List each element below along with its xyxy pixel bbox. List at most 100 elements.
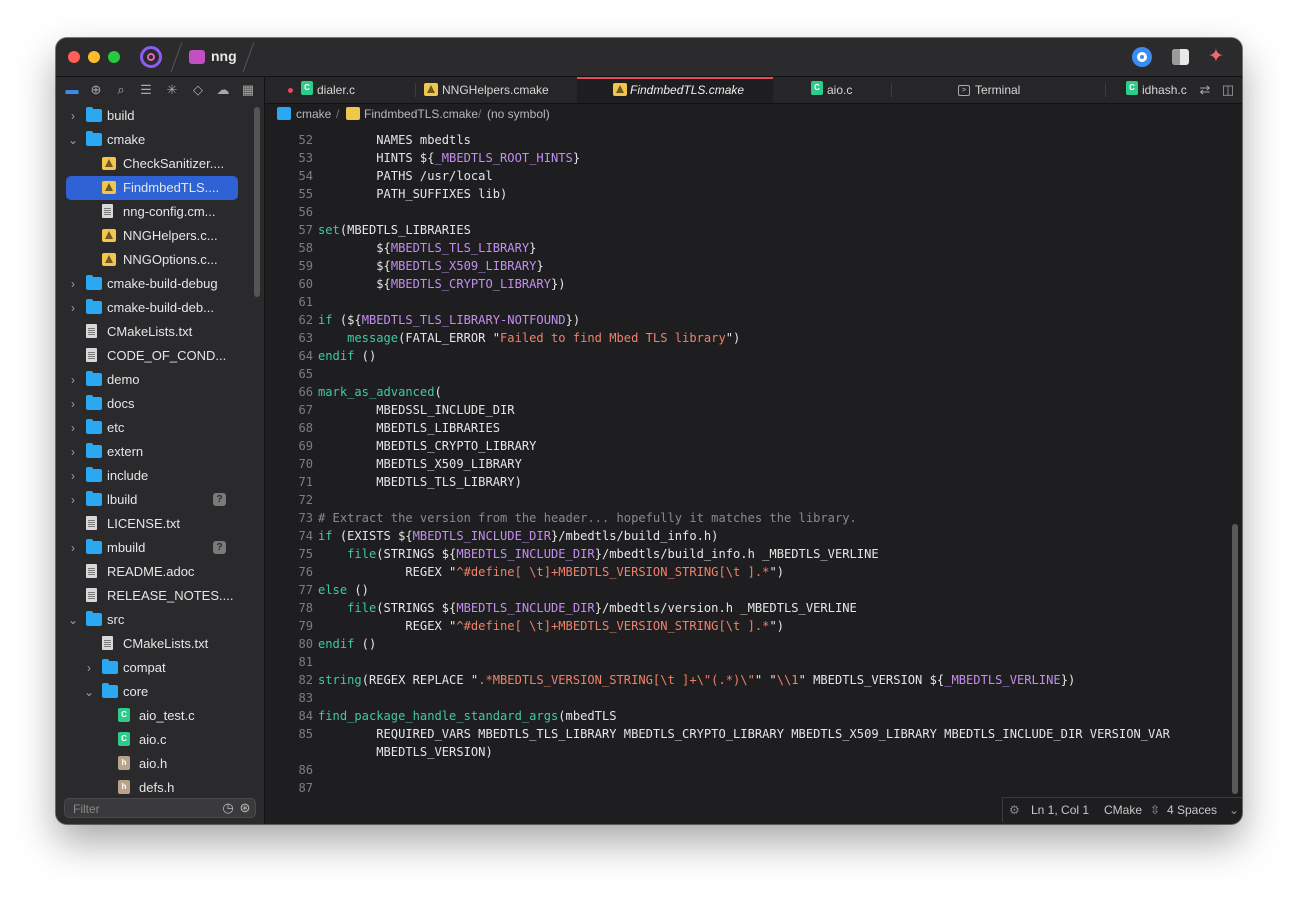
tree-file[interactable]: NNGOptions.c...	[56, 248, 264, 272]
chevron-right-icon[interactable]: ›	[66, 416, 80, 440]
chevron-right-icon[interactable]: ›	[66, 296, 80, 320]
filter-field[interactable]: ◷ ⊛	[64, 798, 256, 818]
tab-idhash-c[interactable]: C idhash.c	[1120, 77, 1190, 103]
chevron-down-icon[interactable]: ⌄	[82, 680, 96, 704]
chevron-right-icon[interactable]: ›	[66, 272, 80, 296]
indent-selector[interactable]: 4 Spaces	[1167, 798, 1217, 822]
chevron-down-icon[interactable]: ⌄	[66, 128, 80, 152]
close-window-button[interactable]	[68, 51, 80, 63]
outline-icon[interactable]: ☰	[137, 81, 155, 99]
sidebar-scrollbar[interactable]	[254, 107, 260, 297]
tree-folder[interactable]: › mbuild?	[56, 536, 264, 560]
zoom-window-button[interactable]	[108, 51, 120, 63]
toggle-panel-icon[interactable]: ◫	[1219, 81, 1237, 99]
split-swap-icon[interactable]: ⇄	[1196, 81, 1214, 99]
chevron-right-icon[interactable]: ›	[66, 392, 80, 416]
code-line[interactable]: MBEDTLS_CRYPTO_LIBRARY	[318, 439, 536, 453]
code-line[interactable]: mark_as_advanced(	[318, 385, 442, 399]
layout-icon[interactable]	[1172, 49, 1189, 65]
tab-terminal[interactable]: > Terminal	[905, 77, 1075, 103]
tree-folder[interactable]: ⌄ src	[56, 608, 264, 632]
tree-folder[interactable]: ⌄ cmake	[56, 128, 264, 152]
chevron-right-icon[interactable]: ›	[66, 440, 80, 464]
tree-folder[interactable]: › cmake-build-deb...	[56, 296, 264, 320]
tree-file[interactable]: h defs.h	[56, 776, 264, 798]
code-line[interactable]: ${MBEDTLS_CRYPTO_LIBRARY})	[318, 277, 565, 291]
tree-file[interactable]: Caio.c	[56, 728, 264, 752]
grid-icon[interactable]: ▦	[239, 81, 257, 99]
code-line[interactable]: endif ()	[318, 637, 376, 651]
code-line[interactable]: MBEDTLS_VERSION)	[318, 745, 493, 759]
tree-file[interactable]: CODE_OF_COND...	[56, 344, 264, 368]
chevron-right-icon[interactable]: ›	[66, 536, 80, 560]
tree-file[interactable]: CheckSanitizer....	[56, 152, 264, 176]
language-selector[interactable]: CMake	[1104, 798, 1142, 822]
circle-target-icon[interactable]	[1132, 47, 1152, 67]
tree-folder[interactable]: ⌄ core	[56, 680, 264, 704]
code-line[interactable]: # Extract the version from the header...…	[318, 511, 857, 525]
tree-file[interactable]: NNGHelpers.c...	[56, 224, 264, 248]
chevron-right-icon[interactable]: ›	[66, 464, 80, 488]
code-line[interactable]: message(FATAL_ERROR "Failed to find Mbed…	[318, 331, 740, 345]
code-line[interactable]: endif ()	[318, 349, 376, 363]
tab-findmbedtls[interactable]: FindmbedTLS.cmake	[577, 77, 773, 103]
git-icon[interactable]: ◇	[189, 81, 207, 99]
sparkle-icon[interactable]: ✦	[1206, 47, 1226, 67]
filter-input[interactable]	[71, 800, 215, 818]
tree-folder[interactable]: › compat	[56, 656, 264, 680]
code-line[interactable]: MBEDTLS_X509_LIBRARY	[318, 457, 522, 471]
editor-scrollbar[interactable]	[1232, 524, 1238, 794]
code-line[interactable]: REQUIRED_VARS MBEDTLS_TLS_LIBRARY MBEDTL…	[318, 727, 1170, 741]
tree-file[interactable]: nng-config.cm...	[56, 200, 264, 224]
tree-folder[interactable]: › extern	[56, 440, 264, 464]
asterisk-icon[interactable]: ✳	[163, 81, 181, 99]
tree-file[interactable]: FindmbedTLS....	[56, 176, 264, 200]
folder-icon[interactable]: ▬	[63, 81, 81, 99]
tab-dialer-c[interactable]: C dialer.c	[295, 77, 405, 103]
code-line[interactable]: if (EXISTS ${MBEDTLS_INCLUDE_DIR}/mbedtl…	[318, 529, 718, 543]
tree-folder[interactable]: › cmake-build-debug	[56, 272, 264, 296]
code-line[interactable]: file(STRINGS ${MBEDTLS_INCLUDE_DIR}/mbed…	[318, 547, 879, 561]
code-line[interactable]: PATH_SUFFIXES lib)	[318, 187, 507, 201]
globe-icon[interactable]: ⊕	[87, 81, 105, 99]
tree-folder[interactable]: › build	[56, 104, 264, 128]
scm-filter-icon[interactable]: ⊛	[237, 800, 253, 816]
tree-file[interactable]: RELEASE_NOTES....	[56, 584, 264, 608]
code-line[interactable]: HINTS ${_MBEDTLS_ROOT_HINTS}	[318, 151, 580, 165]
code-line[interactable]: file(STRINGS ${MBEDTLS_INCLUDE_DIR}/mbed…	[318, 601, 857, 615]
project-name[interactable]: nng	[211, 48, 237, 64]
tree-file[interactable]: CMakeLists.txt	[56, 632, 264, 656]
tree-folder[interactable]: › include	[56, 464, 264, 488]
tree-folder[interactable]: › lbuild?	[56, 488, 264, 512]
cloud-icon[interactable]: ☁	[214, 81, 232, 99]
recent-filter-icon[interactable]: ◷	[220, 800, 236, 816]
chevron-right-icon[interactable]: ›	[66, 104, 80, 128]
tree-folder[interactable]: › docs	[56, 392, 264, 416]
chevron-down-icon[interactable]: ⌄	[66, 608, 80, 632]
chevron-right-icon[interactable]: ›	[66, 488, 80, 512]
tree-folder[interactable]: › etc	[56, 416, 264, 440]
code-line[interactable]: if (${MBEDTLS_TLS_LIBRARY-NOTFOUND})	[318, 313, 580, 327]
tree-folder[interactable]: › demo	[56, 368, 264, 392]
code-line[interactable]: ${MBEDTLS_X509_LIBRARY}	[318, 259, 543, 273]
breadcrumb-symbol[interactable]: (no symbol)	[487, 104, 550, 124]
chevron-right-icon[interactable]: ›	[66, 368, 80, 392]
search-icon[interactable]: ⌕	[112, 81, 130, 99]
tree-file[interactable]: README.adoc	[56, 560, 264, 584]
tree-file[interactable]: Caio_test.c	[56, 704, 264, 728]
chevron-right-icon[interactable]: ›	[82, 656, 96, 680]
code-line[interactable]: REGEX "^#define[ \t]+MBEDTLS_VERSION_STR…	[318, 565, 784, 579]
tree-file[interactable]: LICENSE.txt	[56, 512, 264, 536]
tree-file[interactable]: h aio.h	[56, 752, 264, 776]
code-line[interactable]: find_package_handle_standard_args(mbedTL…	[318, 709, 617, 723]
breadcrumb-folder[interactable]: cmake	[296, 104, 331, 124]
code-editor[interactable]: 52 NAMES mbedtls 53 HINTS ${_MBEDTLS_ROOT…	[265, 124, 1242, 824]
code-line[interactable]: PATHS /usr/local	[318, 169, 493, 183]
breadcrumb-file[interactable]: FindmbedTLS.cmake	[364, 104, 478, 124]
tab-aio-c[interactable]: C aio.c	[775, 77, 885, 103]
settings-icon[interactable]: ⚙	[1009, 798, 1020, 822]
code-line[interactable]: NAMES mbedtls	[318, 133, 471, 147]
code-line[interactable]: MBEDSSL_INCLUDE_DIR	[318, 403, 514, 417]
code-line[interactable]: ${MBEDTLS_TLS_LIBRARY}	[318, 241, 536, 255]
app-logo-icon[interactable]	[140, 46, 162, 68]
